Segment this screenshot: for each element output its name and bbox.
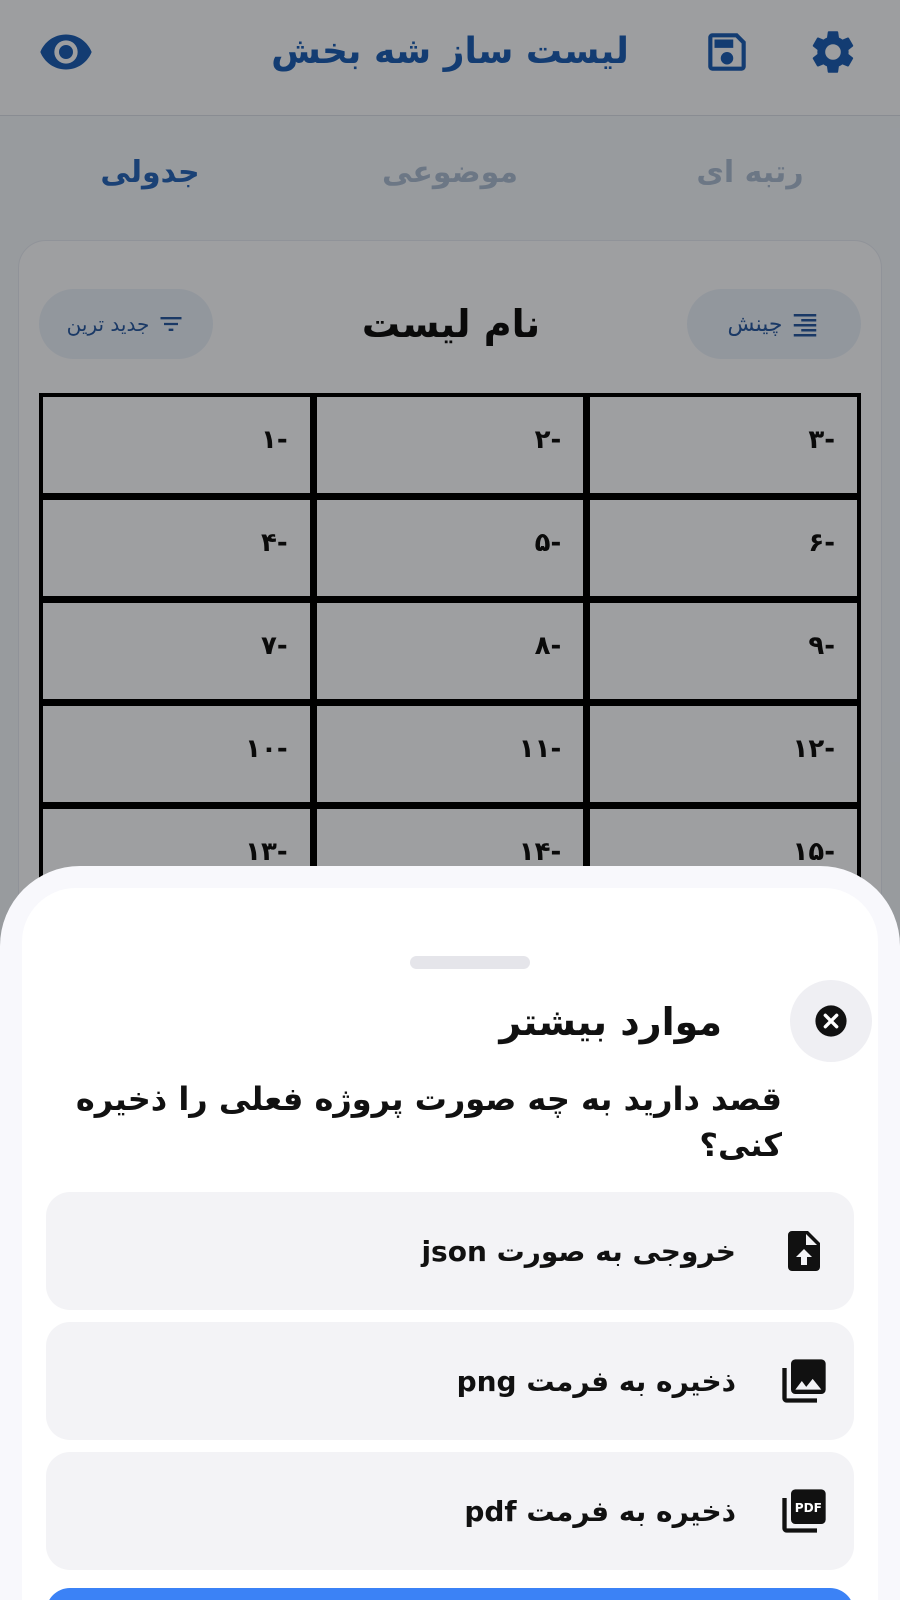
close-circle-icon [815, 1005, 847, 1037]
save-png-option[interactable]: ذخیره به فرمت png [46, 1322, 854, 1440]
option-label: ذخیره به فرمت png [456, 1364, 736, 1398]
close-button[interactable] [790, 980, 872, 1062]
save-pdf-option[interactable]: PDF ذخیره به فرمت pdf [46, 1452, 854, 1570]
option-label: خروجی به صورت json [421, 1234, 736, 1268]
option-label: ذخیره به فرمت pdf [464, 1494, 736, 1528]
export-json-option[interactable]: خروجی به صورت json [46, 1192, 854, 1310]
drag-handle[interactable] [410, 956, 530, 969]
file-upload-icon [776, 1223, 832, 1279]
confirm-button[interactable] [46, 1588, 854, 1600]
svg-text:PDF: PDF [795, 1501, 822, 1515]
image-collection-icon [776, 1353, 832, 1409]
sheet-question: قصد دارید به چه صورت پروژه فعلی را ذخیره… [75, 1080, 782, 1164]
sheet-title: موارد بیشتر [499, 1000, 722, 1044]
pdf-icon: PDF [776, 1483, 832, 1539]
